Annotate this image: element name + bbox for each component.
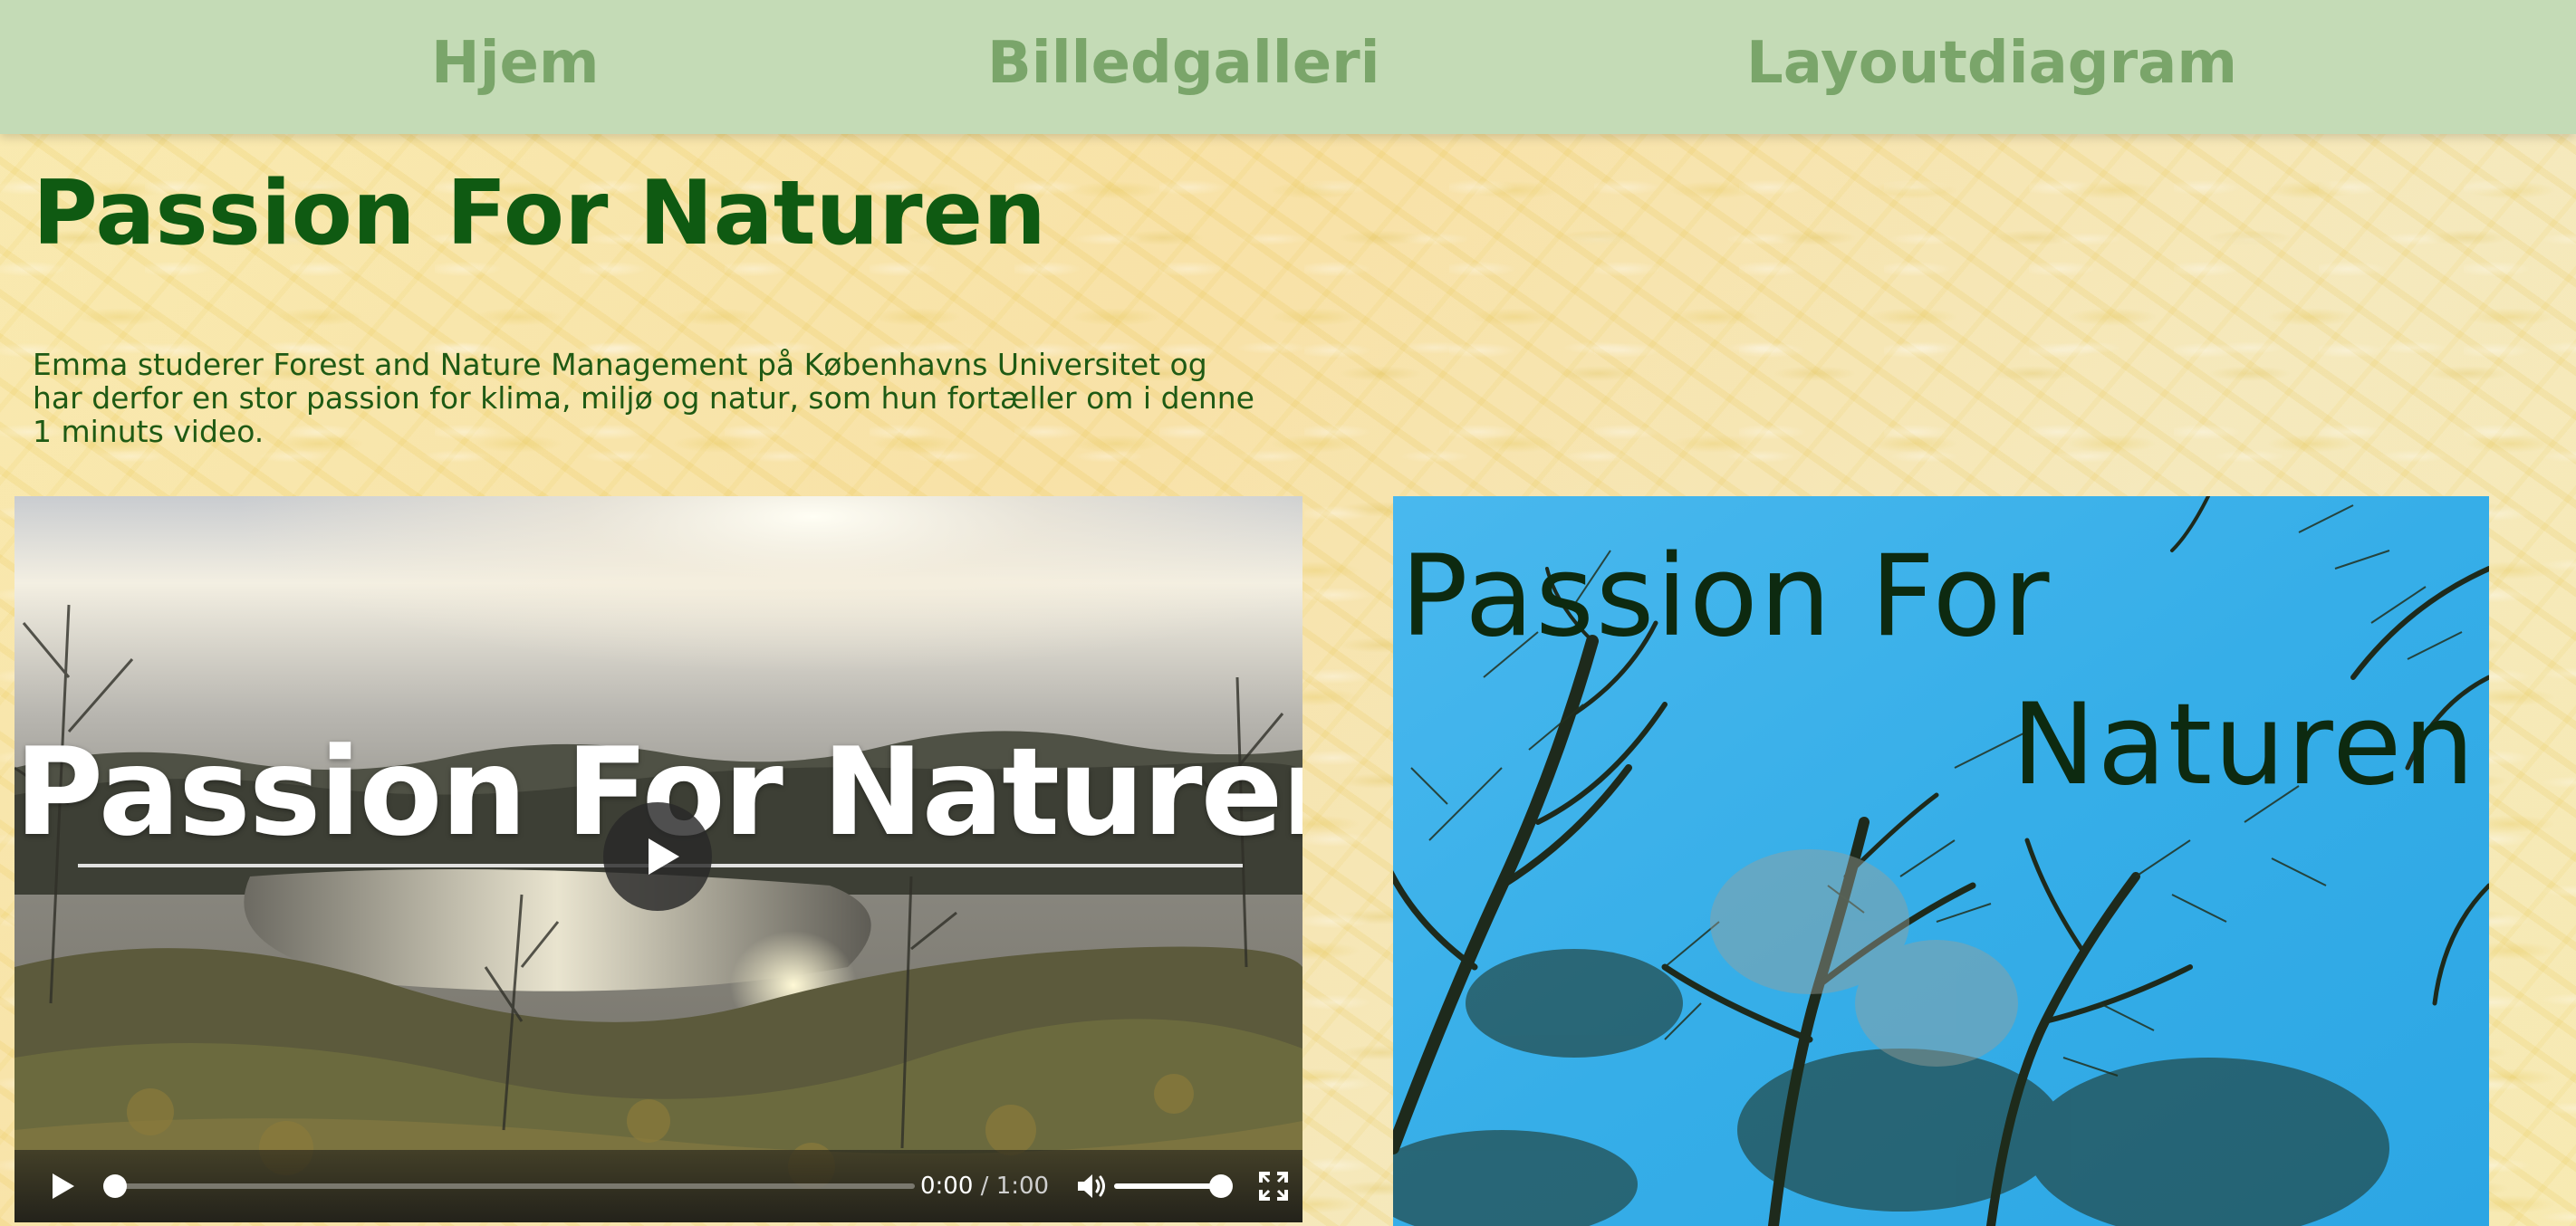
- time-separator: /: [973, 1173, 996, 1200]
- time-display: 0:00 / 1:00: [920, 1166, 1049, 1206]
- play-icon: [649, 838, 679, 875]
- top-nav: Hjem Billedgalleri Layoutdiagram: [0, 0, 2576, 134]
- poster-image: Passion For Naturen: [1393, 496, 2489, 1226]
- poster-text-line1: Passion For: [1400, 532, 2052, 662]
- volume-slider[interactable]: [1114, 1183, 1221, 1189]
- seek-thumb[interactable]: [103, 1174, 127, 1198]
- nav-item-home[interactable]: Hjem: [431, 0, 600, 127]
- poster-text-line2: Naturen: [2011, 680, 2476, 810]
- play-icon[interactable]: [43, 1168, 80, 1204]
- nav-item-gallery[interactable]: Billedgalleri: [987, 0, 1380, 127]
- video-player[interactable]: Passion For Naturen 0:00 / 1:00: [14, 496, 1302, 1222]
- page-title: Passion For Naturen: [33, 162, 1046, 265]
- duration: 1:00: [995, 1173, 1050, 1200]
- volume-icon[interactable]: [1074, 1168, 1110, 1204]
- intro-text: Emma studerer Forest and Nature Manageme…: [33, 347, 1254, 449]
- volume-thumb[interactable]: [1209, 1174, 1233, 1198]
- volume-level: [1114, 1183, 1221, 1189]
- seek-bar[interactable]: [111, 1183, 915, 1189]
- current-time: 0:00: [920, 1173, 974, 1200]
- nav-item-layoutdiagram[interactable]: Layoutdiagram: [1746, 0, 2237, 127]
- video-controls: 0:00 / 1:00: [14, 1150, 1302, 1222]
- fullscreen-icon[interactable]: [1257, 1170, 1290, 1202]
- big-play-button[interactable]: [603, 802, 712, 911]
